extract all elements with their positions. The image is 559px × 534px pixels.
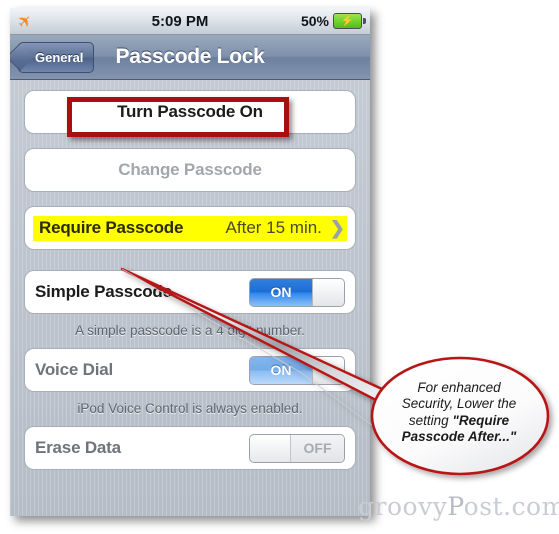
watermark-ost: ost.com <box>463 492 559 521</box>
watermark-g: g <box>358 492 375 521</box>
callout-bubble <box>370 356 550 476</box>
screenshot-root: ✈ 5:09 PM 50% ⚡ General Passcode Lock Tu… <box>0 0 559 534</box>
groovypost-watermark: groovyPost.com <box>358 492 559 521</box>
annotation-overlay <box>120 267 550 476</box>
watermark-roovy: roovy <box>374 492 448 521</box>
watermark-p: P <box>447 492 464 521</box>
